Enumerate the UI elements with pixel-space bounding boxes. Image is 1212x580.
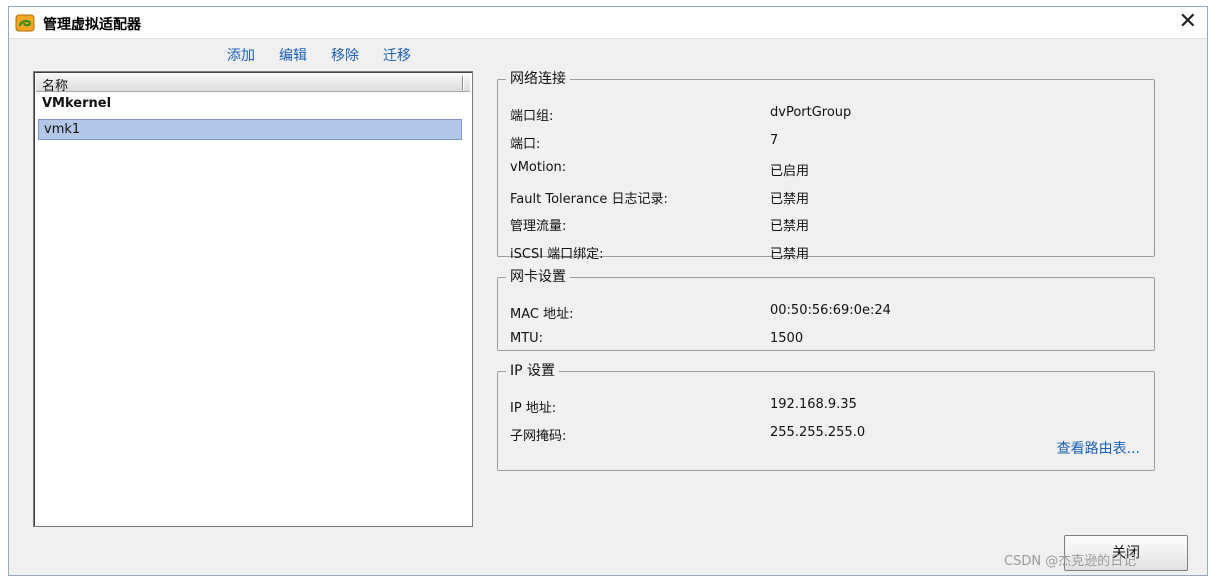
edit-link[interactable]: 编辑: [279, 45, 307, 65]
dialog-title: 管理虚拟适配器: [43, 17, 141, 33]
title-bar: 管理虚拟适配器 ✕: [9, 7, 1207, 39]
value-iscsi-binding: 已禁用: [770, 246, 810, 262]
network-connection-group: 网络连接 端口组: dvPortGroup 端口: 7 vMotion: 已启用…: [497, 71, 1155, 262]
label-mtu: MTU:: [510, 330, 544, 346]
row-port-group: 端口组: dvPortGroup: [510, 105, 1144, 133]
label-management-traffic: 管理流量:: [510, 219, 567, 234]
toolbar: 添加 编辑 移除 迁移: [227, 45, 411, 65]
value-port: 7: [770, 132, 779, 148]
row-management-traffic: 管理流量: 已禁用: [510, 215, 1144, 243]
list-group-vmkernel: VMkernel: [42, 96, 112, 111]
value-port-group: dvPortGroup: [770, 105, 852, 120]
value-management-traffic: 已禁用: [770, 219, 810, 234]
label-mac-address: MAC 地址:: [510, 307, 574, 322]
row-ip-address: IP 地址: 192.168.9.35: [510, 397, 1144, 425]
value-mac-address: 00:50:56:69:0e:24: [770, 303, 891, 318]
dialog-window: 管理虚拟适配器 ✕ 添加 编辑 移除 迁移 名称 VMkernel vmk1 网…: [8, 6, 1208, 576]
label-iscsi-binding: iSCSI 端口绑定:: [510, 246, 604, 262]
row-port: 端口: 7: [510, 133, 1144, 161]
ip-settings-group: IP 设置 IP 地址: 192.168.9.35 子网掩码: 255.255.…: [497, 363, 1155, 471]
ip-settings-legend: IP 设置: [510, 363, 556, 379]
watermark: CSDN @杰克逊的日记: [1004, 554, 1137, 569]
nic-settings-legend: 网卡设置: [510, 269, 566, 285]
value-fault-tolerance: 已禁用: [770, 191, 810, 207]
column-separator[interactable]: [462, 76, 464, 90]
list-column-header[interactable]: 名称: [36, 74, 470, 94]
add-link[interactable]: 添加: [227, 45, 255, 65]
migrate-link[interactable]: 迁移: [383, 45, 411, 65]
remove-link[interactable]: 移除: [331, 45, 359, 65]
label-fault-tolerance: Fault Tolerance 日志记录:: [510, 191, 668, 207]
list-item-vmk1[interactable]: vmk1: [38, 119, 462, 140]
label-port-group: 端口组:: [510, 109, 554, 124]
row-vmotion: vMotion: 已启用: [510, 160, 1144, 188]
column-name-header[interactable]: 名称: [42, 75, 68, 94]
value-subnet-mask: 255.255.255.0: [770, 424, 866, 440]
value-mtu: 1500: [770, 330, 804, 346]
value-ip-address: 192.168.9.35: [770, 397, 857, 412]
label-port: 端口:: [510, 136, 541, 152]
network-connection-legend: 网络连接: [510, 71, 566, 87]
view-routing-table-link[interactable]: 查看路由表...: [1057, 438, 1140, 458]
adapter-list[interactable]: 名称 VMkernel vmk1: [33, 71, 473, 527]
row-mac-address: MAC 地址: 00:50:56:69:0e:24: [510, 303, 1144, 331]
row-fault-tolerance: Fault Tolerance 日志记录: 已禁用: [510, 188, 1144, 216]
row-mtu: MTU: 1500: [510, 331, 1144, 359]
nic-settings-group: 网卡设置 MAC 地址: 00:50:56:69:0e:24 MTU: 1500: [497, 269, 1155, 351]
row-subnet-mask: 子网掩码: 255.255.255.0: [510, 425, 1144, 453]
row-iscsi-binding: iSCSI 端口绑定: 已禁用: [510, 243, 1144, 271]
vsphere-app-icon: [15, 14, 35, 32]
close-icon[interactable]: ✕: [1179, 9, 1197, 35]
label-ip-address: IP 地址:: [510, 401, 557, 416]
label-vmotion: vMotion:: [510, 160, 567, 175]
label-subnet-mask: 子网掩码:: [510, 428, 567, 444]
value-vmotion: 已启用: [770, 164, 810, 179]
